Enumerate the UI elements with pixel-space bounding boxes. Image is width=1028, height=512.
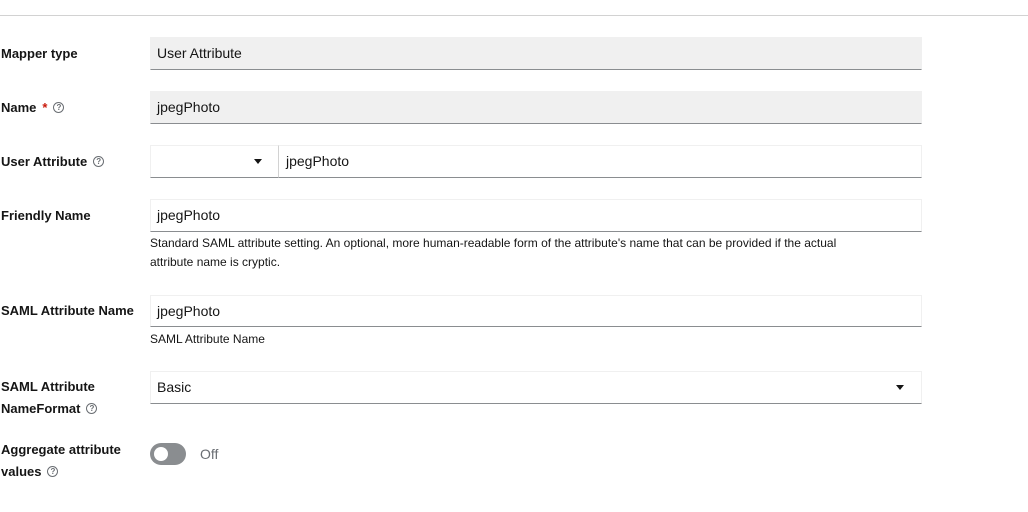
required-asterisk: * xyxy=(42,100,48,115)
mapper-type-field: User Attribute xyxy=(150,37,922,70)
caret-down-icon xyxy=(254,159,262,164)
caret-down-icon xyxy=(896,385,904,390)
mapper-type-label: Mapper type xyxy=(1,46,78,61)
aggregate-attribute-values-label: Aggregate attribute values? xyxy=(1,442,121,479)
help-circle-icon[interactable]: ? xyxy=(86,403,98,415)
user-attribute-input[interactable]: jpegPhoto xyxy=(278,145,922,178)
friendly-name-helper-text: Standard SAML attribute setting. An opti… xyxy=(150,236,837,269)
saml-attribute-nameformat-select[interactable]: Basic xyxy=(150,371,922,404)
saml-attribute-name-input[interactable]: jpegPhoto xyxy=(150,295,922,327)
toggle-knob xyxy=(154,447,168,461)
user-attribute-select[interactable] xyxy=(150,145,279,178)
saml-attribute-name-label: SAML Attribute Name xyxy=(1,303,134,318)
saml-attribute-nameformat-label: SAML Attribute NameFormat? xyxy=(1,376,98,420)
saml-attribute-name-helper-text: SAML Attribute Name xyxy=(150,332,265,346)
aggregate-attribute-values-toggle[interactable] xyxy=(150,443,186,465)
name-field: jpegPhoto xyxy=(150,91,922,124)
help-circle-icon[interactable]: ? xyxy=(93,156,105,168)
friendly-name-label: Friendly Name xyxy=(1,208,91,223)
help-circle-icon[interactable]: ? xyxy=(47,466,59,478)
name-label: Name *? xyxy=(1,97,65,119)
user-attribute-label: User Attribute? xyxy=(1,151,105,173)
mapper-details-form: Mapper type User Attribute Name *? jpegPh… xyxy=(0,0,1028,512)
help-circle-icon[interactable]: ? xyxy=(53,102,65,114)
toggle-state-label: Off xyxy=(200,446,219,462)
friendly-name-input[interactable]: jpegPhoto xyxy=(150,199,922,232)
top-divider xyxy=(0,15,1028,16)
